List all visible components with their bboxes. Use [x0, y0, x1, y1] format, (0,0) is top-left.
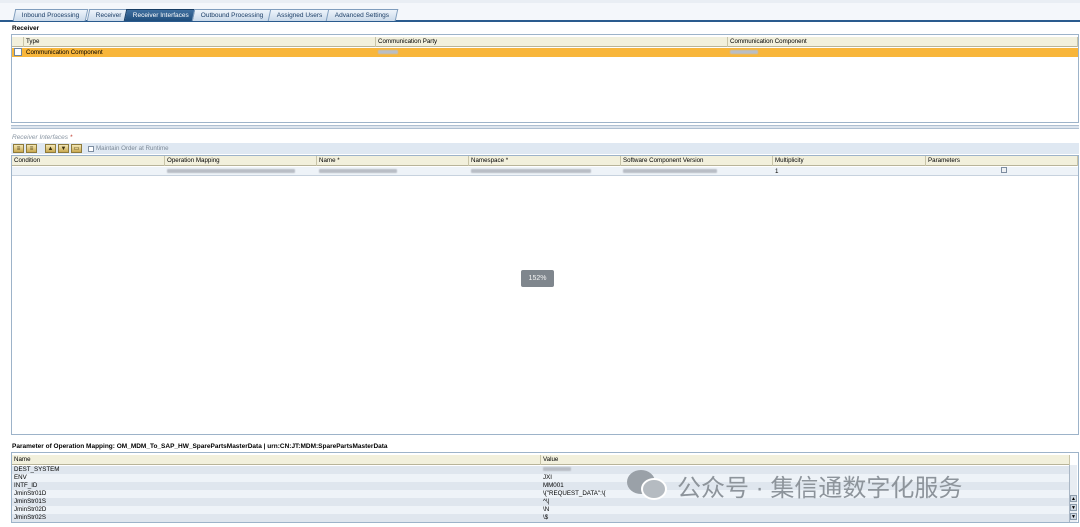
- cell-namespace[interactable]: [469, 167, 621, 176]
- tab-bar: Inbound Processing Receiver Receiver Int…: [0, 0, 1080, 22]
- receiver-interfaces-title-text: Receiver Interfaces: [12, 134, 68, 141]
- column-communication-party[interactable]: Communication Party: [376, 37, 728, 47]
- table-row[interactable]: Communication Component: [12, 48, 1078, 57]
- move-up-icon[interactable]: ▲: [45, 144, 56, 153]
- receiver-interfaces-header: Condition Operation Mapping Name * Names…: [12, 156, 1078, 166]
- cell-parameters[interactable]: [926, 167, 1078, 176]
- column-param-value[interactable]: Value: [541, 455, 1070, 465]
- column-parameters[interactable]: Parameters: [926, 156, 1078, 166]
- receiver-interfaces-title: Receiver Interfaces *: [12, 134, 72, 141]
- cell-type[interactable]: Communication Component: [24, 48, 376, 57]
- redacted-value: [623, 169, 717, 174]
- param-name-cell[interactable]: JminStr02D: [12, 506, 541, 514]
- table-row[interactable]: JminStr02D \N: [12, 506, 1070, 514]
- receiver-section-title: Receiver: [12, 25, 40, 32]
- tab-bar-topline: [0, 0, 1080, 3]
- wechat-icon: [627, 468, 669, 502]
- column-type[interactable]: Type: [24, 37, 376, 47]
- scroll-end-icon[interactable]: ▼: [1070, 513, 1077, 520]
- table-row[interactable]: 1: [12, 167, 1078, 176]
- maintain-order-label: Maintain Order at Runtime: [96, 145, 169, 152]
- parameters-scrollbar[interactable]: ▲ ▼ ▼: [1069, 465, 1077, 522]
- parameters-section-title: Parameter of Operation Mapping: OM_MDM_T…: [12, 443, 388, 450]
- parameters-checkbox[interactable]: [1001, 167, 1007, 173]
- column-namespace[interactable]: Namespace *: [469, 156, 621, 166]
- parameters-table-header: Name Value: [12, 455, 1070, 465]
- cell-name[interactable]: [317, 167, 469, 176]
- column-communication-component[interactable]: Communication Component: [728, 37, 1078, 47]
- column-name[interactable]: Name *: [317, 156, 469, 166]
- receiver-interfaces-toolbar: ≡ ≡ ▲ ▼ ▭ Maintain Order at Runtime: [11, 143, 1079, 154]
- tab-assigned-users[interactable]: Assigned Users: [267, 9, 332, 21]
- scroll-down-icon[interactable]: ▼: [1070, 504, 1077, 511]
- tab-inbound-processing[interactable]: Inbound Processing: [12, 9, 89, 21]
- param-name-cell[interactable]: JminStr01S: [12, 498, 541, 506]
- column-condition[interactable]: Condition: [12, 156, 165, 166]
- param-value-cell[interactable]: \$: [541, 514, 1070, 522]
- tab-advanced-settings[interactable]: Advanced Settings: [325, 9, 399, 21]
- receiver-table-header: Type Communication Party Communication C…: [12, 37, 1078, 47]
- receiver-table: Type Communication Party Communication C…: [11, 34, 1079, 123]
- column-multiplicity[interactable]: Multiplicity: [773, 156, 926, 166]
- param-name-cell[interactable]: INTF_ID: [12, 482, 541, 490]
- tab-receiver-interfaces[interactable]: Receiver Interfaces: [123, 9, 199, 21]
- param-name-cell[interactable]: JminStr01D: [12, 490, 541, 498]
- row-select-box[interactable]: [14, 48, 22, 57]
- param-value-cell[interactable]: \N: [541, 506, 1070, 514]
- cell-condition[interactable]: [12, 167, 165, 176]
- row-selector-header: [12, 37, 24, 47]
- table-row[interactable]: JminStr02S \$: [12, 514, 1070, 522]
- receiver-interfaces-table: Condition Operation Mapping Name * Names…: [11, 155, 1079, 435]
- cell-communication-component[interactable]: [728, 48, 1078, 57]
- scroll-up-icon[interactable]: ▲: [1070, 495, 1077, 502]
- zoom-level-badge: 152%: [521, 270, 554, 287]
- required-mark: *: [69, 134, 73, 141]
- watermark: 公众号 · 集信通数字化服务: [627, 466, 962, 504]
- column-software-component-version[interactable]: Software Component Version: [621, 156, 773, 166]
- row-selector[interactable]: [12, 48, 24, 57]
- redacted-value: [543, 467, 571, 472]
- param-name-cell[interactable]: DEST_SYSTEM: [12, 466, 541, 474]
- maintain-order-checkbox[interactable]: [88, 145, 94, 152]
- panel-splitter[interactable]: [11, 125, 1079, 129]
- param-name-cell[interactable]: ENV: [12, 474, 541, 482]
- delete-line-icon[interactable]: ≡: [26, 144, 37, 153]
- folder-icon[interactable]: ▭: [71, 144, 82, 153]
- cell-communication-party[interactable]: [376, 48, 728, 57]
- redacted-value: [319, 169, 397, 174]
- tab-outbound-processing[interactable]: Outbound Processing: [191, 9, 273, 21]
- column-param-name[interactable]: Name: [12, 455, 541, 465]
- cell-operation-mapping[interactable]: [165, 167, 317, 176]
- cell-software-component-version[interactable]: [621, 167, 773, 176]
- cell-multiplicity[interactable]: 1: [773, 167, 926, 176]
- redacted-value: [730, 50, 758, 55]
- insert-line-icon[interactable]: ≡: [13, 144, 24, 153]
- move-down-icon[interactable]: ▼: [58, 144, 69, 153]
- redacted-value: [378, 50, 398, 55]
- param-name-cell[interactable]: JminStr02S: [12, 514, 541, 522]
- redacted-value: [471, 169, 591, 174]
- column-operation-mapping[interactable]: Operation Mapping: [165, 156, 317, 166]
- redacted-value: [167, 169, 295, 174]
- watermark-text: 公众号 · 集信通数字化服务: [677, 474, 963, 502]
